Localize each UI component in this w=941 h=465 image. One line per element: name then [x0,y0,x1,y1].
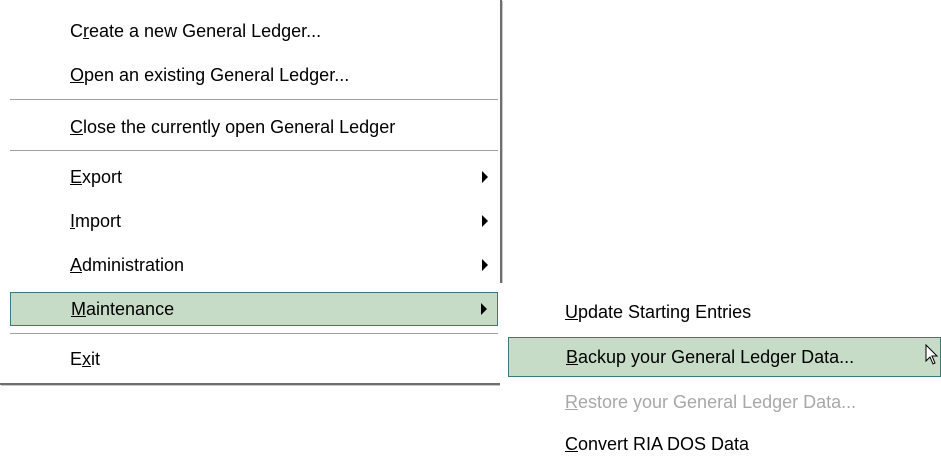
submenu-item-restore-ledger: Restore your General Ledger Data... [508,385,941,419]
menu-item-label: Exit [70,348,101,369]
submenu-arrow-icon [482,259,488,271]
menu-item-administration[interactable]: Administration [10,248,498,282]
menu-item-label: Import [70,210,122,231]
menu-item-label: Maintenance [71,298,175,319]
menu-item-label: Convert RIA DOS Data [565,433,750,454]
maintenance-submenu: Update Starting Entries Backup your Gene… [500,283,941,465]
file-menu: Create a new General Ledger... Open an e… [0,0,502,385]
menu-separator [10,99,498,101]
menu-item-label: Open an existing General Ledger... [70,64,350,85]
menu-item-label: Backup your General Ledger Data... [566,346,855,367]
menu-item-open-ledger[interactable]: Open an existing General Ledger... [10,58,498,92]
menu-item-label: Export [70,166,123,187]
mouse-pointer-icon [925,344,939,365]
submenu-arrow-icon [481,303,487,315]
menu-item-label: Restore your General Ledger Data... [565,391,857,412]
menu-separator [10,333,498,335]
menu-item-label: Create a new General Ledger... [70,20,322,41]
submenu-item-convert-ria-dos[interactable]: Convert RIA DOS Data [508,427,941,461]
menu-item-label: Close the currently open General Ledger [70,116,396,137]
menu-item-exit[interactable]: Exit [10,342,498,376]
menu-item-label: Update Starting Entries [565,301,752,322]
menu-item-export[interactable]: Export [10,160,498,194]
submenu-item-update-starting-entries[interactable]: Update Starting Entries [508,295,941,329]
menu-item-create-ledger[interactable]: Create a new General Ledger... [10,14,498,48]
menu-item-import[interactable]: Import [10,204,498,238]
menu-item-maintenance[interactable]: Maintenance [10,292,498,326]
submenu-arrow-icon [482,171,488,183]
submenu-arrow-icon [482,215,488,227]
menu-separator [10,150,498,152]
submenu-item-backup-ledger[interactable]: Backup your General Ledger Data... [508,337,941,377]
menu-item-label: Administration [70,254,185,275]
menu-item-close-ledger[interactable]: Close the currently open General Ledger [10,110,498,144]
